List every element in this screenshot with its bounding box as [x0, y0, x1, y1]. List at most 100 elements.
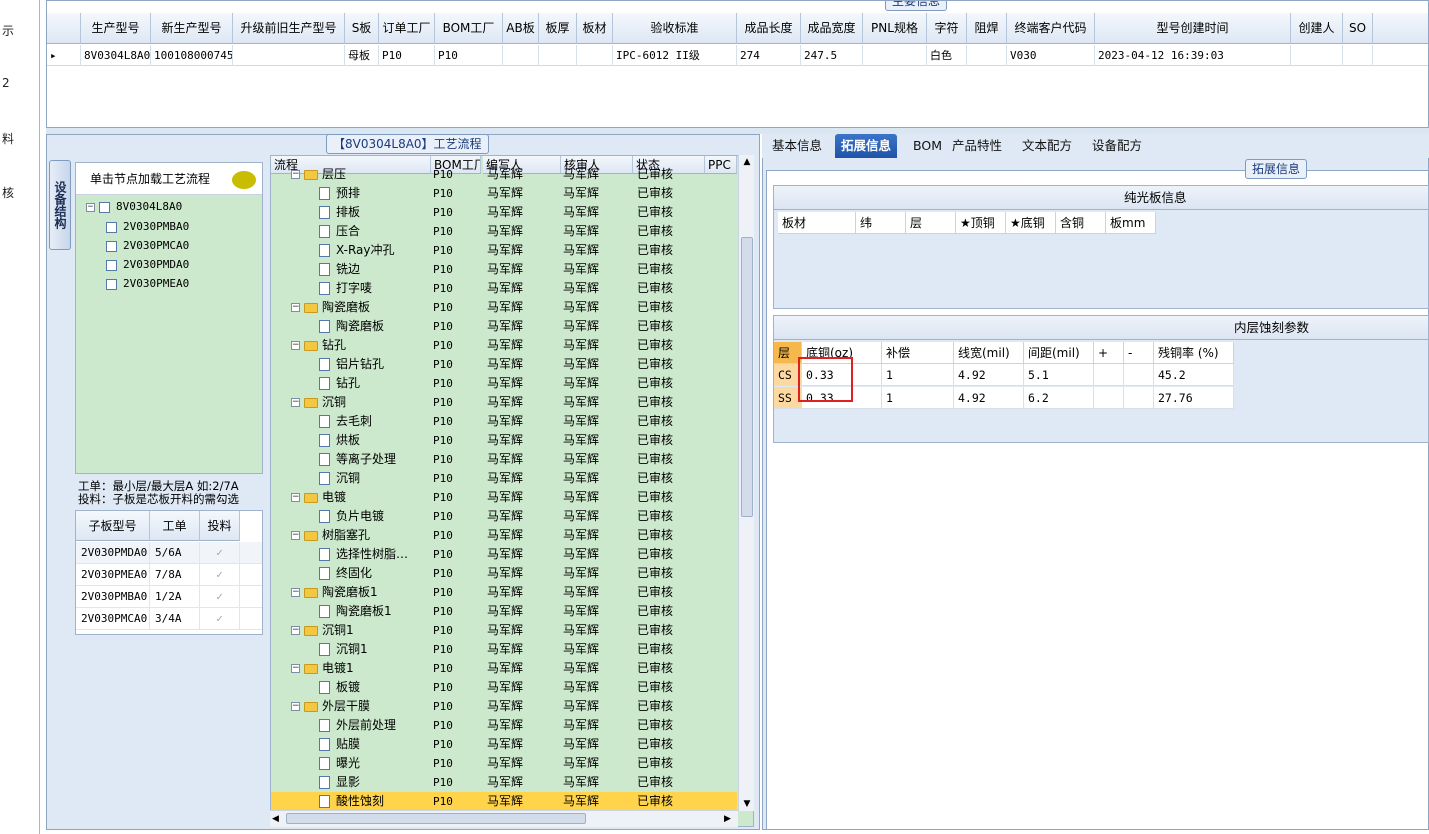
flow-row[interactable]: 负片电镀 P10 马军辉 马军辉 已审核: [271, 507, 737, 526]
checkbox-icon[interactable]: [99, 201, 110, 213]
detail-tab[interactable]: 设备配方: [1086, 134, 1148, 158]
flow-row[interactable]: 等离子处理 P10 马军辉 马军辉 已审核: [271, 450, 737, 469]
sub-grid-row[interactable]: 2V030PMEA0 7/8A ✓: [76, 564, 262, 586]
inner-etch-cell[interactable]: 5.1: [1024, 364, 1094, 386]
left-strip-label[interactable]: 2: [2, 76, 10, 90]
flow-row[interactable]: − 钻孔 P10 马军辉 马军辉 已审核: [271, 336, 737, 355]
inner-etch-cell[interactable]: [1124, 387, 1154, 409]
collapse-icon[interactable]: −: [291, 493, 300, 502]
tree-child-node[interactable]: 2V030PMBA0: [106, 219, 189, 235]
checkbox-icon[interactable]: [106, 259, 117, 271]
main-grid-cell[interactable]: [1343, 45, 1373, 66]
inner-etch-col-header[interactable]: 间距(mil): [1024, 342, 1094, 364]
detail-tab[interactable]: 文本配方: [1016, 134, 1078, 158]
main-grid-col-header[interactable]: 型号创建时间: [1095, 13, 1291, 44]
collapse-icon[interactable]: −: [291, 588, 300, 597]
pure-board-col-header[interactable]: 板材: [778, 212, 856, 234]
feed-checkbox[interactable]: ✓: [200, 586, 240, 608]
vertical-scroll-thumb[interactable]: [741, 237, 753, 517]
main-grid-cell[interactable]: 274: [737, 45, 801, 66]
flow-row[interactable]: 酸性蚀刻 P10 马军辉 马军辉 已审核: [271, 792, 737, 811]
main-grid-cell[interactable]: [233, 45, 345, 66]
main-grid-cell[interactable]: 10010800074510: [151, 45, 233, 66]
flow-row[interactable]: 显影 P10 马军辉 马军辉 已审核: [271, 773, 737, 792]
pure-board-col-header[interactable]: ★底铜: [1006, 212, 1056, 234]
detail-tab[interactable]: BOM: [907, 134, 948, 158]
pure-board-col-header[interactable]: 板mm: [1106, 212, 1156, 234]
checkbox-icon[interactable]: [106, 278, 117, 290]
collapse-icon[interactable]: −: [291, 664, 300, 673]
sub-grid-col-header[interactable]: 子板型号: [76, 511, 150, 541]
flow-row[interactable]: 陶瓷磨板1 P10 马军辉 马军辉 已审核: [271, 602, 737, 621]
flow-row[interactable]: 选择性树脂… P10 马军辉 马军辉 已审核: [271, 545, 737, 564]
main-grid-cell[interactable]: 白色: [927, 45, 967, 66]
main-grid-col-header[interactable]: 生产型号: [81, 13, 151, 44]
main-grid-cell[interactable]: [863, 45, 927, 66]
main-grid-col-header[interactable]: S板: [345, 13, 379, 44]
main-grid-col-header[interactable]: PNL规格: [863, 13, 927, 44]
flow-row[interactable]: − 电镀1 P10 马军辉 马军辉 已审核: [271, 659, 737, 678]
main-grid-cell[interactable]: [967, 45, 1007, 66]
tree-child-node[interactable]: 2V030PMEA0: [106, 276, 189, 292]
inner-etch-cell[interactable]: [1094, 364, 1124, 386]
pure-board-col-header[interactable]: ★顶铜: [956, 212, 1006, 234]
main-grid-cell[interactable]: [577, 45, 613, 66]
inner-etch-col-header[interactable]: +: [1094, 342, 1124, 364]
horizontal-scrollbar[interactable]: ◀ ▶: [270, 810, 738, 827]
inner-etch-col-header[interactable]: 线宽(mil): [954, 342, 1024, 364]
main-grid-cell[interactable]: 247.5: [801, 45, 863, 66]
checkbox-icon[interactable]: [106, 221, 117, 233]
flow-row[interactable]: − 陶瓷磨板 P10 马军辉 马军辉 已审核: [271, 298, 737, 317]
vertical-scrollbar[interactable]: ▲ ▼: [738, 155, 754, 811]
main-grid-cell[interactable]: IPC-6012 II级: [613, 45, 737, 66]
collapse-icon[interactable]: −: [291, 626, 300, 635]
flow-row[interactable]: 陶瓷磨板 P10 马军辉 马军辉 已审核: [271, 317, 737, 336]
main-grid-col-header[interactable]: 阻焊: [967, 13, 1007, 44]
main-grid-col-header[interactable]: 新生产型号: [151, 13, 233, 44]
main-grid-col-header[interactable]: SO: [1343, 13, 1373, 44]
flow-row[interactable]: − 层压 P10 马军辉 马军辉 已审核: [271, 165, 737, 184]
main-grid-cell[interactable]: [503, 45, 539, 66]
detail-tab[interactable]: 产品特性: [946, 134, 1008, 158]
left-strip-label[interactable]: 核: [2, 184, 14, 201]
inner-etch-cell[interactable]: 1: [882, 364, 954, 386]
flow-row[interactable]: 预排 P10 马军辉 马军辉 已审核: [271, 184, 737, 203]
main-grid-col-header[interactable]: 订单工厂: [379, 13, 435, 44]
sub-grid-col-header[interactable]: 投料: [200, 511, 240, 541]
flow-row[interactable]: 曝光 P10 马军辉 马军辉 已审核: [271, 754, 737, 773]
main-grid-cell[interactable]: V030: [1007, 45, 1095, 66]
flow-row[interactable]: 打字唛 P10 马军辉 马军辉 已审核: [271, 279, 737, 298]
inner-etch-col-header[interactable]: 补偿: [882, 342, 954, 364]
flow-row[interactable]: − 沉铜1 P10 马军辉 马军辉 已审核: [271, 621, 737, 640]
main-grid-cell[interactable]: P10: [435, 45, 503, 66]
scroll-right-icon[interactable]: ▶: [724, 812, 736, 826]
tree-child-node[interactable]: 2V030PMDA0: [106, 257, 189, 273]
pure-board-col-header[interactable]: 纬: [856, 212, 906, 234]
flow-row[interactable]: − 沉铜 P10 马军辉 马军辉 已审核: [271, 393, 737, 412]
inner-etch-cell[interactable]: 27.76: [1154, 387, 1234, 409]
main-grid-cell[interactable]: 2023-04-12 16:39:03: [1095, 45, 1291, 66]
collapse-icon[interactable]: −: [291, 531, 300, 540]
pure-board-col-header[interactable]: 层: [906, 212, 956, 234]
left-strip-label[interactable]: 料: [2, 130, 14, 147]
inner-etch-cell[interactable]: 4.92: [954, 364, 1024, 386]
inner-etch-col-header[interactable]: 残铜率 (%): [1154, 342, 1234, 364]
main-grid-col-header[interactable]: BOM工厂: [435, 13, 503, 44]
flow-row[interactable]: 铣边 P10 马军辉 马军辉 已审核: [271, 260, 737, 279]
main-grid-cell[interactable]: P10: [379, 45, 435, 66]
main-grid-col-header[interactable]: 终端客户代码: [1007, 13, 1095, 44]
inner-etch-cell[interactable]: [1124, 364, 1154, 386]
speech-bubble-icon[interactable]: [232, 171, 256, 189]
inner-etch-cell[interactable]: 1: [882, 387, 954, 409]
pure-board-col-header[interactable]: 含铜: [1056, 212, 1106, 234]
feed-checkbox[interactable]: ✓: [200, 542, 240, 564]
flow-row[interactable]: − 陶瓷磨板1 P10 马军辉 马军辉 已审核: [271, 583, 737, 602]
detail-tab[interactable]: 拓展信息: [835, 134, 898, 158]
tree-child-node[interactable]: 2V030PMCA0: [106, 238, 189, 254]
scroll-left-icon[interactable]: ◀: [272, 812, 284, 826]
flow-row[interactable]: 贴膜 P10 马军辉 马军辉 已审核: [271, 735, 737, 754]
inner-etch-cell[interactable]: 45.2: [1154, 364, 1234, 386]
flow-row[interactable]: − 树脂塞孔 P10 马军辉 马军辉 已审核: [271, 526, 737, 545]
sub-grid-col-header[interactable]: 工单: [150, 511, 200, 541]
main-grid-col-header[interactable]: 成品长度: [737, 13, 801, 44]
